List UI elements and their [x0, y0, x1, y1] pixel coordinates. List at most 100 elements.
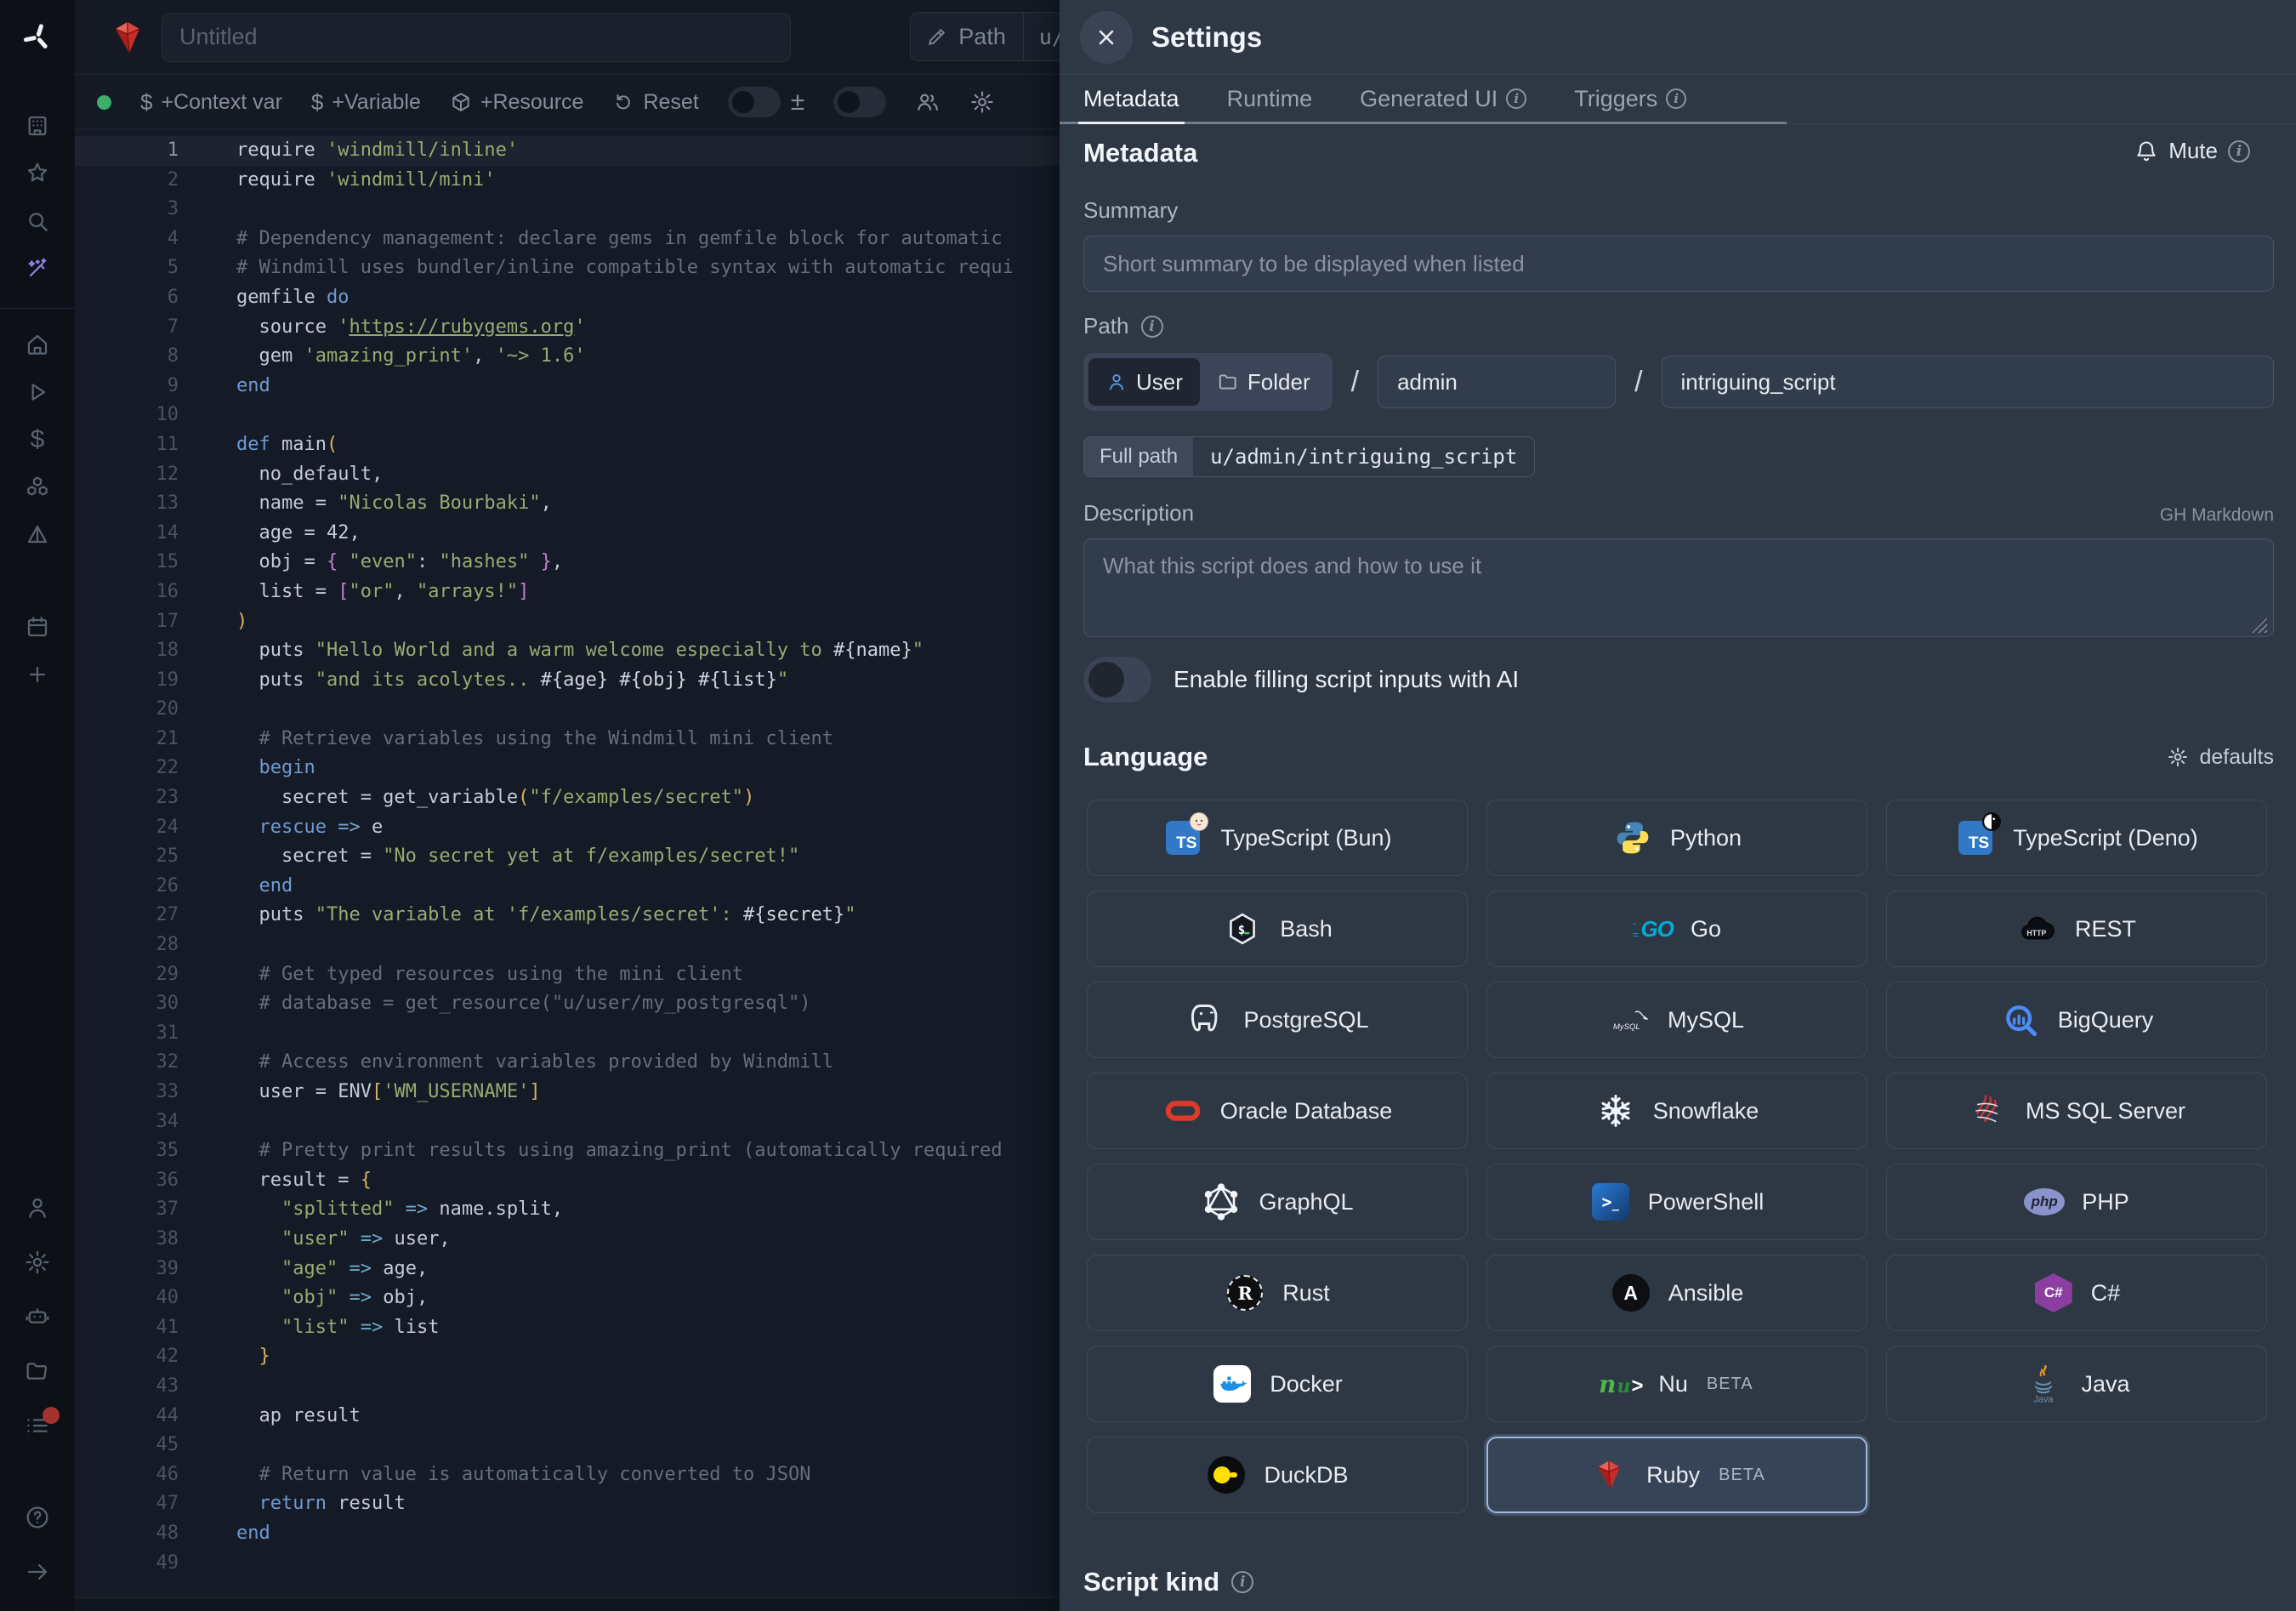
code-line[interactable]: 44 ap result [75, 1402, 1060, 1432]
language-card-ansible[interactable]: AAnsible [1486, 1255, 1867, 1331]
code-line[interactable]: 20 [75, 695, 1060, 725]
sidebar-item-dollar-icon[interactable]: $ [14, 419, 61, 460]
code-line[interactable]: 18 puts "Hello World and a warm welcome … [75, 636, 1060, 666]
language-card-nu[interactable]: nu>NuBETA [1486, 1346, 1867, 1422]
language-card-snowflake[interactable]: Snowflake [1486, 1073, 1867, 1149]
code-line[interactable]: 29 # Get typed resources using the mini … [75, 960, 1060, 990]
code-line[interactable]: 28 [75, 931, 1060, 960]
code-line[interactable]: 12 no_default, [75, 460, 1060, 490]
language-card-docker[interactable]: Docker [1087, 1346, 1468, 1422]
windmill-logo[interactable] [0, 0, 75, 75]
language-card-postgresql[interactable]: PostgreSQL [1087, 982, 1468, 1058]
code-line[interactable]: 31 [75, 1019, 1060, 1049]
language-card-typescript-bun-[interactable]: TSTypeScript (Bun) [1087, 800, 1468, 876]
code-line[interactable]: 3 [75, 195, 1060, 225]
code-line[interactable]: 14 age = 42, [75, 519, 1060, 549]
code-line[interactable]: 24 rescue => e [75, 813, 1060, 843]
code-line[interactable]: 37 "splitted" => name.split, [75, 1195, 1060, 1225]
path-name-input[interactable] [1662, 356, 2274, 408]
language-card-ruby[interactable]: RubyBETA [1486, 1437, 1867, 1513]
code-line[interactable]: 41 "list" => list [75, 1313, 1060, 1343]
tab-generated-ui[interactable]: Generated UIi [1360, 76, 1526, 122]
code-line[interactable]: 49 [75, 1549, 1060, 1579]
code-line[interactable]: 42 } [75, 1342, 1060, 1372]
sidebar-item-calendar-icon[interactable] [14, 606, 61, 647]
sidebar-item-list-icon[interactable] [14, 1405, 61, 1446]
sidebar-item-building-icon[interactable] [14, 105, 61, 146]
code-line[interactable]: 21 # Retrieve variables using the Windmi… [75, 725, 1060, 754]
code-line[interactable]: 7 source 'https://rubygems.org' [75, 313, 1060, 343]
language-card-rust[interactable]: RRust [1087, 1255, 1468, 1331]
code-line[interactable]: 23 secret = get_variable("f/examples/sec… [75, 783, 1060, 813]
code-line[interactable]: 19 puts "and its acolytes.. #{age} #{obj… [75, 666, 1060, 696]
path-owner-input[interactable] [1378, 356, 1616, 408]
sidebar-item-pyramid-icon[interactable] [14, 515, 61, 555]
code-line[interactable]: 32 # Access environment variables provid… [75, 1048, 1060, 1078]
code-line[interactable]: 11def main( [75, 430, 1060, 460]
tab-triggers[interactable]: Triggersi [1574, 76, 1686, 122]
code-line[interactable]: 9end [75, 372, 1060, 401]
code-line[interactable]: 36 result = { [75, 1166, 1060, 1196]
language-card-duckdb[interactable]: DuckDB [1087, 1437, 1468, 1513]
add-context-var-button[interactable]: $ +Context var [140, 89, 282, 116]
code-line[interactable]: 46 # Return value is automatically conve… [75, 1460, 1060, 1490]
mute-button[interactable]: Mute i [2134, 138, 2250, 164]
code-line[interactable]: 2require 'windmill/mini' [75, 166, 1060, 196]
code-line[interactable]: 4# Dependency management: declare gems i… [75, 225, 1060, 254]
sidebar-item-arrow-right-icon[interactable] [14, 1551, 61, 1592]
code-line[interactable]: 16 list = ["or", "arrays!"] [75, 578, 1060, 607]
multiplayer-toggle[interactable] [833, 87, 886, 117]
code-line[interactable]: 8 gem 'amazing_print', '~> 1.6' [75, 342, 1060, 372]
sidebar-item-home-icon[interactable] [14, 324, 61, 365]
code-line[interactable]: 35 # Pretty print results using amazing_… [75, 1136, 1060, 1166]
script-title-input[interactable] [162, 13, 791, 62]
sidebar-item-help-icon[interactable] [14, 1497, 61, 1538]
language-card-typescript-deno-[interactable]: TSTypeScript (Deno) [1886, 800, 2267, 876]
sidebar-item-user-icon[interactable] [14, 1187, 61, 1228]
sidebar-item-star-icon[interactable] [14, 153, 61, 194]
code-line[interactable]: 33 user = ENV['WM_USERNAME'] [75, 1078, 1060, 1107]
code-line[interactable]: 48end [75, 1519, 1060, 1549]
ai-fill-toggle[interactable] [1083, 657, 1151, 703]
language-card-bigquery[interactable]: BigQuery [1886, 982, 2267, 1058]
sidebar-item-folder-icon[interactable] [14, 1351, 61, 1392]
language-defaults-button[interactable]: defaults [2167, 745, 2274, 770]
language-card-graphql[interactable]: GraphQL [1087, 1164, 1468, 1240]
tab-metadata[interactable]: Metadata [1083, 76, 1179, 122]
reset-button[interactable]: Reset [612, 90, 698, 115]
sidebar-item-search-icon[interactable] [14, 201, 61, 242]
sidebar-item-robot-icon[interactable] [14, 1296, 61, 1337]
code-line[interactable]: 43 [75, 1372, 1060, 1402]
language-card-bash[interactable]: $Bash [1087, 891, 1468, 967]
sidebar-item-cubes-icon[interactable] [14, 467, 61, 508]
code-line[interactable]: 13 name = "Nicolas Bourbaki", [75, 489, 1060, 519]
owner-kind-user[interactable]: User [1088, 358, 1200, 406]
close-settings-button[interactable] [1080, 11, 1133, 64]
description-textarea[interactable] [1083, 538, 2274, 637]
code-line[interactable]: 38 "user" => user, [75, 1225, 1060, 1255]
code-line[interactable]: 34 [75, 1107, 1060, 1137]
code-line[interactable]: 6gemfile do [75, 283, 1060, 313]
code-line[interactable]: 39 "age" => age, [75, 1255, 1060, 1284]
code-line[interactable]: 30 # database = get_resource("u/user/my_… [75, 989, 1060, 1019]
diff-mode-toggle[interactable] [728, 87, 781, 117]
code-line[interactable]: 40 "obj" => obj, [75, 1284, 1060, 1313]
editor-settings-gear-icon[interactable] [969, 89, 995, 115]
code-line[interactable]: 25 secret = "No secret yet at f/examples… [75, 842, 1060, 872]
language-card-ms-sql-server[interactable]: MS SQL Server [1886, 1073, 2267, 1149]
code-line[interactable]: 26 end [75, 872, 1060, 902]
language-card-c-[interactable]: C#C# [1886, 1255, 2267, 1331]
code-line[interactable]: 27 puts "The variable at 'f/examples/sec… [75, 901, 1060, 931]
language-card-mysql[interactable]: MySQLMySQL [1486, 982, 1867, 1058]
code-line[interactable]: 15 obj = { "even": "hashes" }, [75, 548, 1060, 578]
code-line[interactable]: 5# Windmill uses bundler/inline compatib… [75, 253, 1060, 283]
language-card-oracle-database[interactable]: Oracle Database [1087, 1073, 1468, 1149]
language-card-go[interactable]: -=GOGo [1486, 891, 1867, 967]
language-card-rest[interactable]: HTTPREST [1886, 891, 2267, 967]
sidebar-item-plus-icon[interactable] [14, 654, 61, 695]
code-editor[interactable]: 1require 'windmill/inline'2require 'wind… [75, 129, 1060, 1597]
code-line[interactable]: 1require 'windmill/inline' [75, 136, 1060, 166]
code-line[interactable]: 22 begin [75, 754, 1060, 783]
sidebar-item-gear-icon[interactable] [14, 1242, 61, 1283]
language-card-php[interactable]: phpPHP [1886, 1164, 2267, 1240]
